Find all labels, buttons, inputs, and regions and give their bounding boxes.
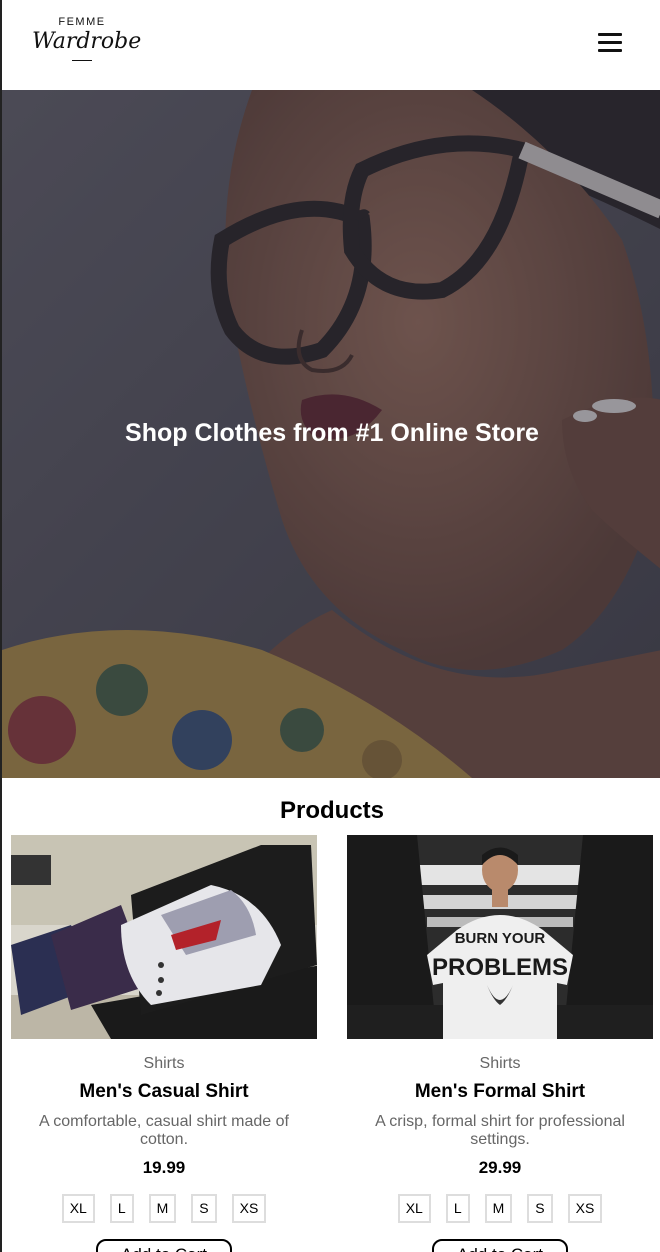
products-heading: Products <box>279 797 384 824</box>
tshirt-print-line1: BURN YOUR <box>455 930 546 947</box>
size-options: XL L M S XS <box>11 1194 317 1223</box>
size-option-m[interactable]: M <box>484 1194 513 1223</box>
size-option-l[interactable]: L <box>109 1194 134 1223</box>
brand-logo[interactable]: FEMME Wardrobe <box>32 16 142 61</box>
size-option-xl[interactable]: XL <box>61 1194 95 1223</box>
tshirt-print-line2: PROBLEMS <box>432 954 568 981</box>
hero-banner: Shop Clothes from #1 Online Store <box>2 90 660 778</box>
product-name[interactable]: Men's Casual Shirt <box>11 1081 317 1103</box>
add-to-cart-button[interactable]: Add to Cart <box>96 1239 232 1252</box>
hamburger-icon[interactable] <box>598 33 622 55</box>
size-option-xs[interactable]: XS <box>231 1194 267 1223</box>
size-option-xs[interactable]: XS <box>567 1194 603 1223</box>
hero-title: Shop Clothes from #1 Online Store <box>125 419 539 447</box>
page-frame: FEMME Wardrobe Shop Clothes from #1 Onli… <box>0 0 660 1252</box>
product-price: 19.99 <box>142 1158 186 1177</box>
product-name[interactable]: Men's Formal Shirt <box>347 1081 653 1103</box>
size-options: XL L M S XS <box>347 1194 653 1223</box>
logo-underline <box>72 60 92 61</box>
product-category: Shirts <box>479 1055 521 1072</box>
product-card: BURN YOUR PROBLEMS Shirts Men's Formal S… <box>347 835 653 1252</box>
size-option-s[interactable]: S <box>191 1194 217 1223</box>
size-option-l[interactable]: L <box>445 1194 470 1223</box>
product-description: A comfortable, casual shirt made of cott… <box>39 1113 289 1148</box>
add-to-cart-button[interactable]: Add to Cart <box>432 1239 568 1252</box>
product-price: 29.99 <box>478 1158 522 1177</box>
logo-main-text: Wardrobe <box>32 29 142 54</box>
product-description: A crisp, formal shirt for professional s… <box>375 1113 625 1148</box>
product-category: Shirts <box>143 1055 185 1072</box>
size-option-xl[interactable]: XL <box>397 1194 431 1223</box>
logo-top-text: FEMME <box>58 16 106 28</box>
site-header: FEMME Wardrobe <box>2 0 660 90</box>
product-image[interactable]: BURN YOUR PROBLEMS <box>347 835 653 1039</box>
size-option-m[interactable]: M <box>148 1194 177 1223</box>
size-option-s[interactable]: S <box>527 1194 553 1223</box>
product-card: Shirts Men's Casual Shirt A comfortable,… <box>11 835 317 1252</box>
product-image[interactable] <box>11 835 317 1039</box>
